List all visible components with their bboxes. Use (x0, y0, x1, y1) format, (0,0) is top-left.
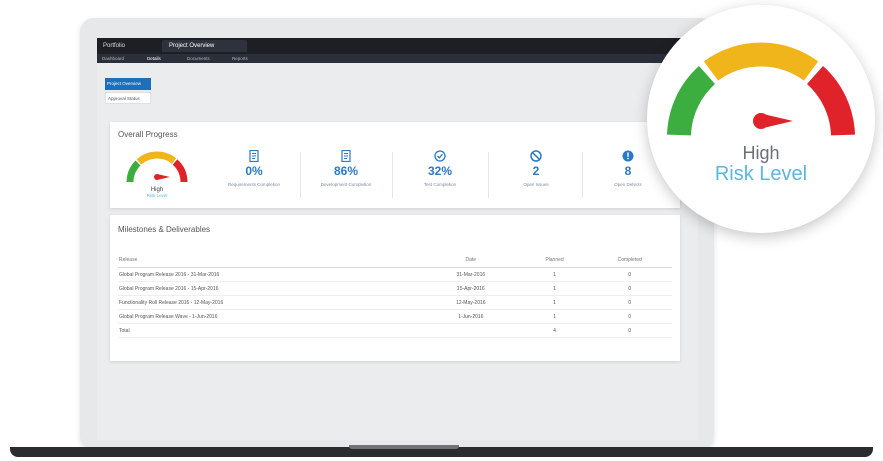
alert-circle-icon (622, 150, 634, 162)
planned-cell: 1 (521, 281, 588, 296)
divider (392, 152, 393, 198)
document-list-icon (249, 150, 259, 162)
stat-label: Requirements Completion (227, 182, 281, 187)
stat-label: Open Issues (523, 182, 549, 187)
stat-value: 32% (427, 164, 453, 178)
stat-requirements: 0% Requirements Completion (214, 150, 294, 187)
completed-cell: 0 (587, 295, 672, 310)
table-row[interactable]: Global Program Release Wave - 1-Jun-2016… (118, 309, 672, 324)
milestones-card: Milestones & Deliverables Release Date P… (110, 215, 680, 361)
divider (300, 152, 301, 198)
completed-cell: 0 (587, 309, 672, 324)
gauge-icon (667, 42, 855, 136)
stat-value: 0% (245, 164, 263, 178)
release-link[interactable]: Global Program Release 2016 - 15-Apr-201… (118, 281, 420, 296)
date-cell: 1-Jun-2016 (420, 309, 522, 324)
stat-value: 86% (333, 164, 359, 178)
stat-test: 32% Test Completion (400, 150, 480, 187)
window-tab-portfolio[interactable]: Portfolio (103, 38, 125, 54)
risk-level-label: Risk Level (714, 163, 808, 185)
date-cell: 31-Mar-2016 (420, 267, 522, 282)
blocked-icon (530, 150, 542, 162)
planned-cell: 1 (521, 309, 588, 324)
planned-cell: 1 (521, 267, 588, 282)
subtab-1[interactable]: Details (147, 54, 161, 63)
overall-progress-card: Overall Progress High Risk Level 0% Requ… (110, 122, 680, 208)
column-header[interactable]: Planned (521, 253, 588, 268)
window-tab-active-label[interactable]: Project Overview (169, 38, 214, 54)
app-screen: Portfolio Project Overview Dashboard Det… (97, 38, 698, 440)
divider (582, 152, 583, 198)
table-total-row: Total 4 0 (118, 323, 672, 338)
table-row[interactable]: Functionality Roll Release 2016 - 12-May… (118, 295, 672, 310)
stat-value: 2 (532, 164, 540, 178)
subtab-2[interactable]: Documents (187, 54, 210, 63)
stat-label: Development Completion (320, 182, 372, 187)
date-cell: 15-Apr-2016 (420, 281, 522, 296)
completed-cell: 0 (587, 267, 672, 282)
approval-status-button[interactable]: Approval Status (105, 92, 151, 104)
magnifier-callout: High Risk Level (647, 5, 875, 233)
table-row[interactable]: Global Program Release 2016 - 31-Mar-201… (118, 267, 672, 282)
column-header[interactable]: Completed (587, 253, 672, 268)
table-header-row: Release Date Planned Completed (118, 253, 672, 268)
table-row[interactable]: Global Program Release 2016 - 15-Apr-201… (118, 281, 672, 296)
total-planned: 4 (521, 323, 588, 338)
divider (488, 152, 489, 198)
subtab-0[interactable]: Dashboard (102, 54, 124, 63)
release-link[interactable]: Global Program Release 2016 - 31-Mar-201… (118, 267, 420, 282)
subtab-3[interactable]: Reports (232, 54, 248, 63)
column-header[interactable]: Date (420, 253, 522, 268)
stat-development: 86% Development Completion (306, 150, 386, 187)
total-label: Total (118, 323, 420, 338)
release-link[interactable]: Global Program Release Wave - 1-Jun-2016 (118, 309, 420, 324)
milestones-table: Release Date Planned Completed Global Pr… (118, 253, 672, 338)
check-circle-icon (434, 150, 446, 162)
planned-cell: 1 (521, 295, 588, 310)
gauge-icon (126, 151, 188, 183)
subnav-bar: Dashboard Details Documents Reports (97, 54, 698, 63)
laptop-hinge (349, 445, 459, 449)
completed-cell: 0 (587, 281, 672, 296)
document-list-icon (341, 150, 351, 162)
date-cell: 12-May-2016 (420, 295, 522, 310)
gauge-sublabel: Risk Level (146, 193, 168, 198)
overall-progress-title: Overall Progress (118, 130, 178, 139)
stat-label: Test Completion (423, 182, 457, 187)
project-overview-button[interactable]: Project Overview (105, 78, 151, 90)
title-bar: Portfolio Project Overview (97, 38, 698, 54)
column-header[interactable]: Release (118, 253, 420, 268)
risk-level-value: High (742, 143, 780, 163)
risk-gauge: High Risk Level (122, 146, 192, 198)
milestones-title: Milestones & Deliverables (118, 225, 211, 234)
release-link[interactable]: Functionality Roll Release 2016 - 12-May… (118, 295, 420, 310)
total-completed: 0 (587, 323, 672, 338)
stat-issues: 2 Open Issues (496, 150, 576, 187)
